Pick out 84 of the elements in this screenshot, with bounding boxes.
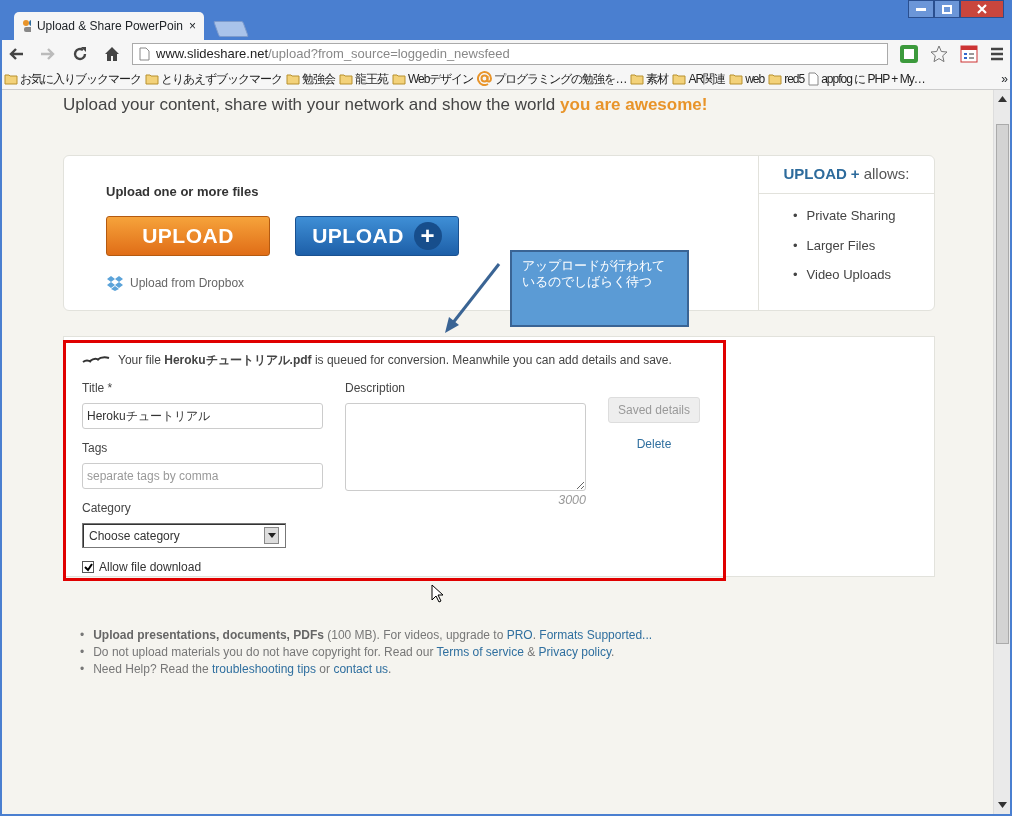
queued-message: Your file Herokuチュートリアル.pdf is queued for conversion. Meanwhile you can add details and save. bbox=[118, 352, 672, 369]
delete-link[interactable]: Delete bbox=[608, 435, 700, 453]
address-bar[interactable]: www.slideshare.net/upload?from_source=loggedin_newsfeed bbox=[132, 43, 888, 65]
note-link[interactable]: PRO bbox=[506, 628, 533, 642]
folder-icon bbox=[768, 72, 783, 85]
download-checkbox[interactable] bbox=[82, 561, 94, 573]
plus-panel-suffix: allows: bbox=[863, 164, 910, 185]
page-icon bbox=[139, 47, 150, 61]
scroll-down-icon[interactable] bbox=[997, 802, 1007, 808]
mouse-cursor-icon bbox=[431, 584, 443, 603]
download-label: Allow file download bbox=[99, 559, 202, 576]
extension-icon[interactable] bbox=[900, 45, 918, 63]
upload-heading: Upload one or more files bbox=[106, 183, 260, 201]
callout-arrow bbox=[442, 262, 502, 334]
bullet: • bbox=[793, 266, 798, 284]
note-link[interactable]: Formats Supported... bbox=[539, 628, 653, 642]
dropbox-link[interactable]: Upload from Dropbox bbox=[130, 273, 245, 292]
reload-icon[interactable] bbox=[72, 46, 88, 62]
star-icon[interactable] bbox=[930, 45, 948, 63]
dropdown-arrow-icon bbox=[267, 533, 276, 538]
folder-icon bbox=[630, 72, 645, 85]
plus-badge: + bbox=[413, 221, 442, 250]
tags-field[interactable]: separate tags by comma bbox=[82, 463, 323, 489]
tags-label: Tags bbox=[82, 440, 109, 457]
folder-icon bbox=[672, 72, 687, 85]
scrollbar-thumb[interactable] bbox=[995, 124, 1009, 644]
bullet: • bbox=[793, 236, 798, 255]
note-link[interactable]: Terms of service bbox=[436, 645, 524, 659]
note-text: Upload presentations, documents, PDFs (100 MB). For videos, upgrade to PRO. Formats Supported... bbox=[93, 627, 653, 644]
bookmark[interactable]: web bbox=[729, 69, 765, 88]
bookmark[interactable]: プログラミングの勉強を… bbox=[477, 69, 627, 88]
site-icon bbox=[22, 19, 31, 33]
page-icon bbox=[808, 71, 820, 86]
bookmark[interactable]: Webデザイン bbox=[392, 69, 474, 88]
description-field[interactable] bbox=[345, 403, 586, 491]
bullet: • bbox=[80, 644, 85, 661]
note-link[interactable]: troubleshooting tips bbox=[211, 662, 317, 676]
bookmark[interactable]: お気に入りブックマーク bbox=[4, 69, 141, 88]
dropbox-icon bbox=[106, 274, 124, 291]
feature-item: Larger Files bbox=[806, 236, 876, 255]
bookmark[interactable]: AR関連 bbox=[672, 69, 726, 88]
tab-title: Upload & Share PowerPoin bbox=[36, 18, 183, 35]
home-icon[interactable] bbox=[104, 46, 120, 62]
folder-icon bbox=[145, 72, 159, 85]
bullet: • bbox=[80, 627, 85, 644]
feature-item: Video Uploads bbox=[806, 266, 891, 284]
plus-panel-title: UPLOAD bbox=[783, 164, 847, 185]
menu-icon[interactable] bbox=[990, 47, 1004, 61]
title-label: Title * bbox=[82, 380, 114, 397]
back-icon[interactable] bbox=[8, 46, 24, 62]
scroll-up-icon[interactable] bbox=[997, 96, 1007, 102]
bookmark[interactable]: 素材 bbox=[630, 69, 669, 88]
feature-item: Private Sharing bbox=[806, 207, 896, 225]
category-dropdown[interactable]: Choose category bbox=[82, 523, 286, 548]
minimize-icon[interactable] bbox=[908, 0, 934, 18]
folder-icon bbox=[339, 72, 353, 85]
character-counter: 3000 bbox=[557, 492, 586, 509]
folder-icon bbox=[729, 72, 744, 85]
bookmark[interactable]: red5 bbox=[768, 69, 805, 88]
at-sign-icon bbox=[477, 71, 493, 86]
close-icon[interactable] bbox=[960, 0, 1004, 18]
bookmark[interactable]: とりあえずブックマーク bbox=[145, 69, 282, 88]
bookmark[interactable]: appfog に PHP + My… bbox=[808, 69, 925, 88]
browser-tab[interactable]: Upload & Share PowerPoin × bbox=[14, 12, 204, 40]
note-text: Do not upload materials you do not have copyright for. Read our Terms of service & Privacy policy. bbox=[93, 644, 615, 661]
plus-mark: + bbox=[850, 164, 860, 185]
note-text: Need Help? Read the troubleshooting tips or contact us. bbox=[93, 661, 392, 678]
category-label: Category bbox=[82, 500, 132, 517]
maximize-icon[interactable] bbox=[934, 0, 960, 18]
callout-text: アップロードが行われているのでしばらく待つ bbox=[522, 258, 666, 291]
tab-close-button[interactable]: × bbox=[189, 17, 196, 35]
calendar-icon[interactable] bbox=[960, 45, 978, 63]
bullet: • bbox=[793, 207, 798, 225]
bookmark[interactable]: 龍王苑 bbox=[339, 69, 388, 88]
title-field[interactable]: Herokuチュートリアル bbox=[82, 403, 323, 429]
checkmark-icon bbox=[83, 562, 93, 572]
folder-icon bbox=[286, 72, 300, 85]
bullet: • bbox=[80, 661, 85, 678]
bookmark[interactable]: 勉強会 bbox=[286, 69, 335, 88]
folder-icon bbox=[4, 72, 18, 85]
folder-icon bbox=[392, 72, 406, 85]
description-label: Description bbox=[345, 380, 407, 397]
more-bookmarks-button[interactable]: » bbox=[1001, 69, 1008, 88]
upload-plus-button[interactable]: UPLOAD + bbox=[295, 215, 459, 256]
